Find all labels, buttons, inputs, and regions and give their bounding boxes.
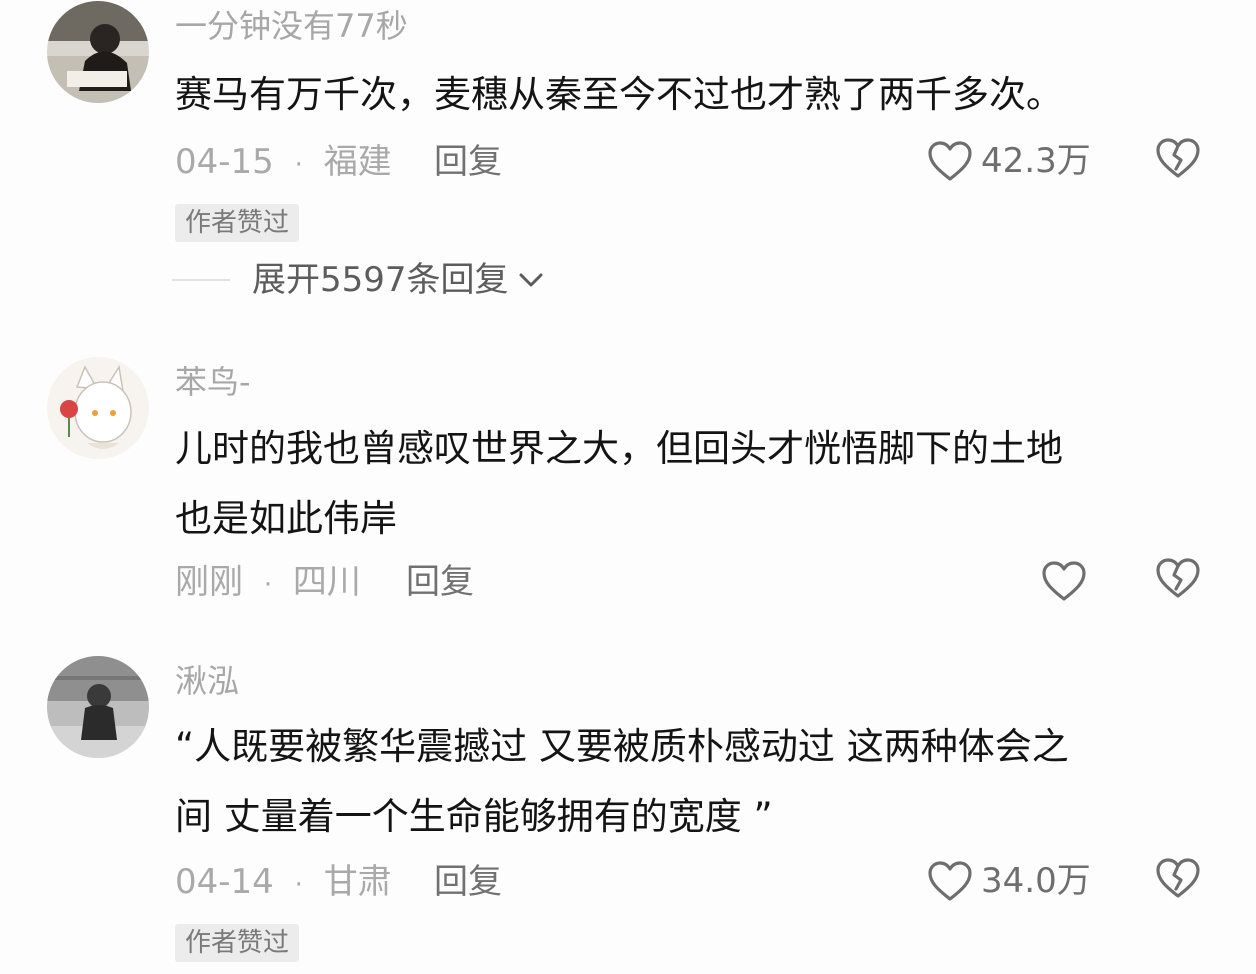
photo-avatar-icon xyxy=(47,1,149,103)
comment-text-line: 儿时的我也曾感叹世界之大，但回头才恍悟脚下的土地 xyxy=(175,427,1063,470)
comment-text: 赛马有万千次，麦穗从秦至今不过也才熟了两千多次。 xyxy=(175,73,1063,116)
comment-text-line: “人既要被繁华震撼过 又要被质朴感动过 这两种体会之 xyxy=(175,725,1069,768)
expand-replies-button[interactable]: 展开5597条回复 xyxy=(172,258,545,302)
broken-heart-icon xyxy=(1156,858,1200,898)
author-liked-badge: 作者赞过 xyxy=(175,204,300,242)
photo-avatar-icon xyxy=(47,656,149,758)
meta-separator: · xyxy=(263,570,273,600)
username[interactable]: 苯鸟- xyxy=(175,362,251,402)
comment-text: 儿时的我也曾感叹世界之大，但回头才恍悟脚下的土地 也是如此伟岸 xyxy=(175,414,1195,554)
like-count: 34.0万 xyxy=(981,861,1091,901)
reply-button[interactable]: 回复 xyxy=(406,560,474,604)
reply-button[interactable]: 回复 xyxy=(434,140,502,184)
like-button[interactable]: 42.3万 xyxy=(927,137,1091,185)
heart-outline-icon xyxy=(928,861,972,901)
broken-heart-icon xyxy=(1156,138,1200,178)
comment-date: 刚刚 xyxy=(175,562,243,602)
comment-location: 四川 xyxy=(292,562,361,602)
meta-separator: · xyxy=(294,870,303,900)
dislike-button[interactable] xyxy=(1155,137,1203,185)
chevron-down-icon xyxy=(519,273,543,287)
author-liked-badge: 作者赞过 xyxy=(175,924,300,962)
comment-meta: 04-15 · 福建 xyxy=(175,140,392,187)
divider xyxy=(172,279,230,281)
heart-outline-icon xyxy=(928,141,972,181)
username[interactable]: 一分钟没有77秒 xyxy=(175,6,408,46)
comment-text-line: 也是如此伟岸 xyxy=(175,497,397,540)
comment-location: 甘肃 xyxy=(323,862,392,902)
comment-date: 04-14 xyxy=(175,862,274,902)
like-button[interactable] xyxy=(1041,557,1087,605)
user-avatar[interactable] xyxy=(47,357,149,459)
heart-outline-icon xyxy=(1042,561,1086,601)
user-avatar[interactable] xyxy=(47,1,149,103)
expand-replies-label: 展开5597条回复 xyxy=(252,260,509,300)
comment-text-line: 间 丈量着一个生命能够拥有的宽度 ” xyxy=(175,795,773,838)
user-avatar[interactable] xyxy=(47,656,149,758)
comment-meta: 04-14 · 甘肃 xyxy=(175,860,392,907)
broken-heart-icon xyxy=(1156,558,1200,598)
dislike-button[interactable] xyxy=(1155,557,1203,605)
comment-date: 04-15 xyxy=(175,142,274,182)
username[interactable]: 湫泓 xyxy=(175,661,239,701)
meta-separator: · xyxy=(294,150,303,180)
dislike-button[interactable] xyxy=(1155,857,1203,905)
comment-meta: 刚刚 · 四川 xyxy=(175,560,361,607)
comment-text: “人既要被繁华震撼过 又要被质朴感动过 这两种体会之 间 丈量着一个生命能够拥有… xyxy=(175,712,1195,852)
anime-avatar-icon xyxy=(47,357,149,459)
like-count: 42.3万 xyxy=(981,141,1091,181)
reply-button[interactable]: 回复 xyxy=(434,860,502,904)
comment-location: 福建 xyxy=(323,142,392,182)
like-button[interactable]: 34.0万 xyxy=(927,857,1091,905)
